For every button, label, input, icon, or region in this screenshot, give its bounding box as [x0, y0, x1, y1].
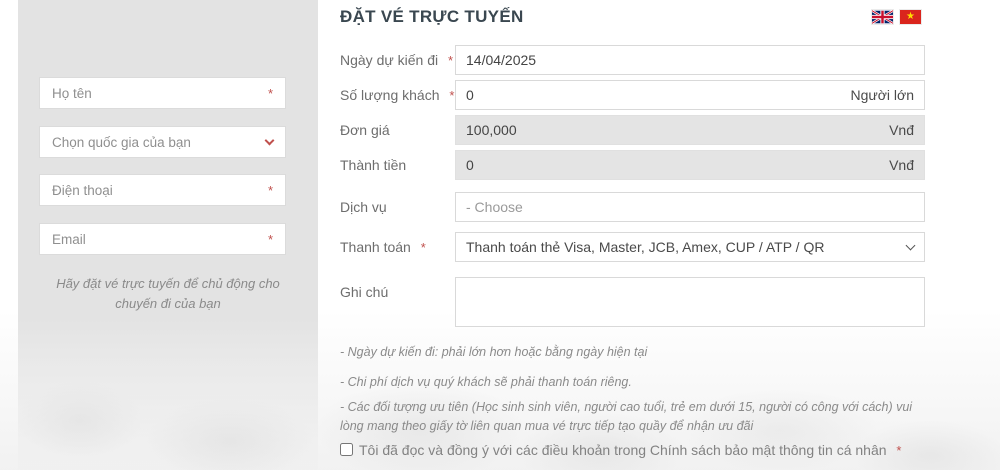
english-flag-icon[interactable]	[872, 10, 893, 24]
required-asterisk: *	[267, 182, 273, 198]
agreement-checkbox[interactable]	[340, 443, 353, 456]
guest-count-input[interactable]	[466, 87, 851, 103]
country-select[interactable]	[40, 127, 285, 157]
unit-price-label: Đơn giá	[340, 115, 390, 145]
vietnam-flag-star: ★	[906, 11, 915, 22]
guest-count-label: Số lượng khách *	[340, 80, 454, 110]
currency-suffix: Vnđ	[889, 157, 914, 173]
chevron-down-icon	[264, 135, 275, 145]
payment-method-value: Thanh toán thẻ Visa, Master, JCB, Amex, …	[466, 239, 825, 255]
departure-date-label: Ngày dự kiến đi *	[340, 45, 453, 75]
agreement-row: Tôi đã đọc và đồng ý với các điều khoản …	[340, 441, 932, 460]
agreement-text: Tôi đã đọc và đồng ý với các điều khoản …	[359, 441, 901, 460]
label-text: Thanh toán	[340, 239, 411, 255]
fullname-field[interactable]: *	[40, 78, 285, 108]
vietnam-flag-icon[interactable]: ★	[900, 10, 921, 24]
guest-count-field[interactable]: Người lớn	[455, 80, 925, 110]
guest-type-suffix: Người lớn	[850, 87, 914, 103]
hint-date-rule: - Ngày dự kiến đi: phải lớn hơn hoặc bằn…	[340, 345, 648, 359]
total-amount-label: Thành tiền	[340, 150, 406, 180]
language-switcher: ★	[872, 10, 921, 24]
label-text: Dịch vụ	[340, 199, 387, 215]
required-asterisk: *	[420, 239, 426, 255]
services-input[interactable]	[466, 199, 914, 215]
required-asterisk: *	[447, 52, 454, 68]
notes-textarea[interactable]	[466, 282, 914, 322]
fullname-input[interactable]	[52, 85, 262, 101]
services-label: Dịch vụ	[340, 192, 387, 222]
unit-price-input	[466, 122, 890, 138]
label-text: Đơn giá	[340, 122, 390, 138]
currency-suffix: Vnđ	[889, 122, 914, 138]
total-amount-input	[466, 157, 890, 173]
label-text: Thành tiền	[340, 157, 407, 173]
country-select-input[interactable]	[52, 134, 260, 150]
booking-hint-text: Hãy đặt vé trực tuyến để chủ động cho ch…	[56, 276, 280, 311]
notes-field[interactable]	[455, 277, 925, 327]
contact-panel: * * * Hãy đặt vé trực tuyến để chủ động …	[18, 0, 318, 470]
page-title: ĐẶT VÉ TRỰC TUYẾN	[340, 7, 524, 26]
agreement-label: Tôi đã đọc và đồng ý với các điều khoản …	[359, 442, 887, 458]
required-asterisk: *	[896, 443, 902, 458]
unit-price-field: Vnđ	[455, 115, 925, 145]
phone-field[interactable]: *	[40, 175, 285, 205]
label-text: Ngày dự kiến đi	[340, 52, 439, 68]
services-field[interactable]	[455, 192, 925, 222]
label-text: Số lượng khách	[340, 87, 440, 103]
label-text: Ghi chú	[340, 284, 389, 300]
email-field[interactable]: *	[40, 224, 285, 254]
hint-service-fee: - Chi phí dịch vụ quý khách sẽ phải than…	[340, 375, 632, 389]
chevron-down-icon	[905, 240, 916, 250]
payment-method-label: Thanh toán *	[340, 232, 426, 262]
phone-input[interactable]	[52, 182, 262, 198]
email-input[interactable]	[52, 231, 262, 247]
total-amount-field: Vnđ	[455, 150, 925, 180]
departure-date-input[interactable]	[466, 52, 914, 68]
booking-form: ĐẶT VÉ TRỰC TUYẾN ★ Ngày dự kiến đi * Số…	[340, 0, 930, 470]
payment-method-select[interactable]: Thanh toán thẻ Visa, Master, JCB, Amex, …	[455, 232, 925, 262]
required-asterisk: *	[267, 231, 273, 247]
hint-priority-groups: - Các đối tượng ưu tiên (Học sinh sinh v…	[340, 400, 913, 433]
required-asterisk: *	[267, 85, 273, 101]
notes-label: Ghi chú	[340, 277, 388, 307]
required-asterisk: *	[449, 87, 455, 103]
departure-date-field[interactable]	[455, 45, 925, 75]
